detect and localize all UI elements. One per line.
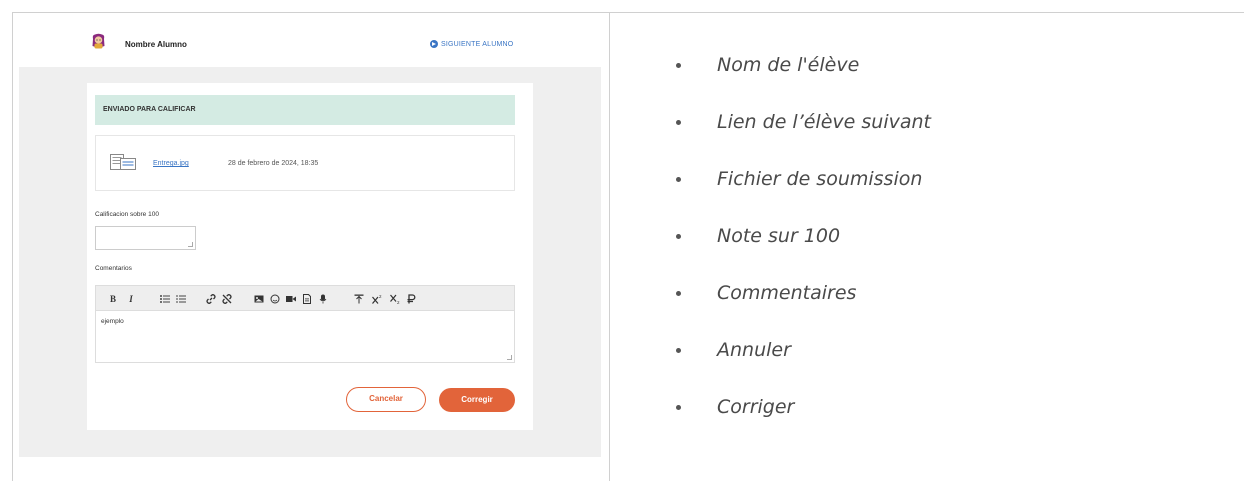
clear-format-icon[interactable]: [354, 294, 364, 304]
italic-button[interactable]: I: [126, 286, 136, 312]
submission-card: ENVIADO PARA CALIFICAR Entrega.jpg 28 de…: [87, 83, 533, 430]
file-thumbnail-icon: [110, 154, 136, 170]
cancel-button[interactable]: Cancelar: [346, 387, 426, 412]
document-icon[interactable]: [303, 294, 311, 304]
bullet-icon: [676, 63, 681, 68]
svg-text:2: 2: [379, 294, 382, 299]
image-icon[interactable]: [254, 294, 264, 304]
comments-label: Comentarios: [95, 265, 132, 272]
bullet-list-icon[interactable]: [160, 295, 170, 303]
grade-label: Calificacion sobre 100: [95, 211, 159, 218]
microphone-icon[interactable]: [319, 294, 327, 304]
correct-button[interactable]: Corregir: [439, 388, 515, 412]
grader-header: Nombre Alumno SIGUIENTE ALUMNO: [19, 19, 601, 67]
special-character-icon[interactable]: [407, 294, 416, 304]
comments-editor[interactable]: ejemplo: [95, 311, 515, 363]
arrow-circle-icon: [430, 40, 438, 48]
subscript-icon[interactable]: 2: [390, 294, 401, 304]
submission-file-link[interactable]: Entrega.jpg: [153, 160, 189, 167]
bullet-icon: [676, 405, 681, 410]
submission-status-banner: ENVIADO PARA CALIFICAR: [95, 95, 515, 125]
submission-date: 28 de febrero de 2024, 18:35: [228, 160, 319, 167]
emoji-icon[interactable]: [270, 294, 280, 304]
bold-button[interactable]: B: [108, 286, 118, 312]
bullet-icon: [676, 177, 681, 182]
unlink-icon[interactable]: [222, 294, 232, 304]
assignment-grading-screenshot: Nombre Alumno SIGUIENTE ALUMNO ENVIADO P…: [19, 19, 601, 457]
bullet-icon: [676, 291, 681, 296]
submission-file-box: Entrega.jpg 28 de febrero de 2024, 18:35: [95, 135, 515, 191]
bullet-icon: [676, 234, 681, 239]
numbered-list-icon[interactable]: [176, 295, 186, 303]
next-student-label: SIGUIENTE ALUMNO: [441, 40, 514, 48]
link-icon[interactable]: [206, 294, 216, 304]
column-divider: [609, 12, 610, 481]
comments-editor-text: ejemplo: [101, 318, 124, 325]
bullet-icon: [676, 120, 681, 125]
bullet-icon: [676, 348, 681, 353]
student-avatar-icon: [92, 33, 105, 49]
grader-body: ENVIADO PARA CALIFICAR Entrega.jpg 28 de…: [19, 67, 601, 457]
student-name: Nombre Alumno: [125, 40, 187, 49]
grade-input[interactable]: [95, 226, 196, 250]
superscript-icon[interactable]: 2: [372, 294, 383, 304]
video-icon[interactable]: [286, 295, 296, 303]
next-student-link[interactable]: SIGUIENTE ALUMNO: [430, 40, 513, 48]
editor-toolbar: B I 2 2: [95, 285, 515, 311]
svg-text:2: 2: [397, 300, 400, 304]
